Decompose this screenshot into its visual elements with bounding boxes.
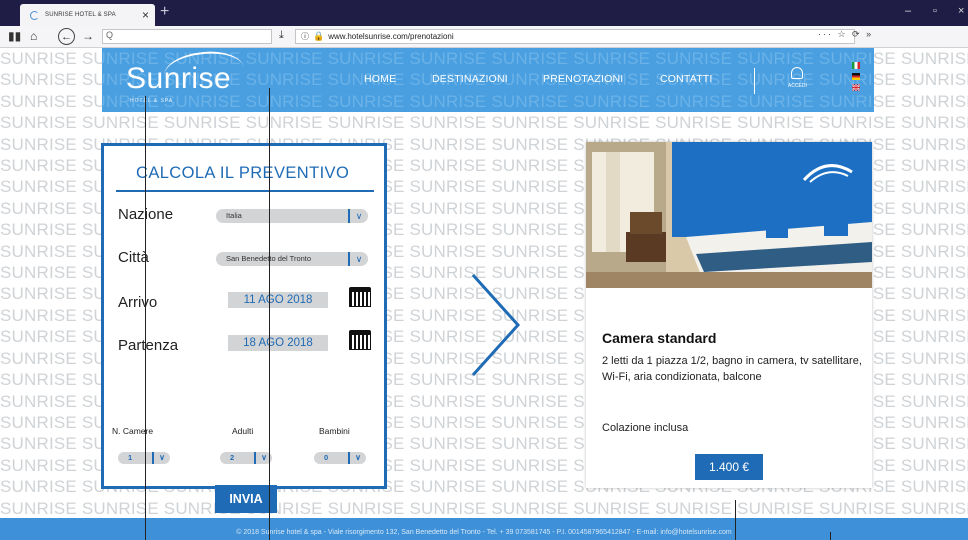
browser-tab[interactable]: SUNRISE HOTEL & SPA × bbox=[20, 4, 155, 26]
guide-line bbox=[269, 88, 270, 540]
site-header: SUNRISE SUNRISE SUNRISE SUNRISE SUNRISE … bbox=[102, 48, 874, 112]
room-title: Camera standard bbox=[602, 330, 717, 346]
browser-navbar: ▮▮ ⌂ ← → Q ⤓ ⓘ 🔒 www.hotelsunrise.com/pr… bbox=[0, 26, 968, 48]
site-logo[interactable]: Sunrise bbox=[126, 62, 231, 96]
minimize-icon[interactable]: – bbox=[905, 5, 911, 17]
chevron-down-icon: ∨ bbox=[152, 452, 170, 464]
uk-flag-icon[interactable] bbox=[852, 84, 860, 91]
toolbar-icons[interactable]: ··· ☆ ⟳ » bbox=[818, 29, 873, 40]
form-title-underline bbox=[116, 190, 374, 192]
arrival-date-field[interactable]: 11 AGO 2018 bbox=[228, 292, 328, 308]
chevron-down-icon: ∨ bbox=[348, 209, 368, 223]
forward-icon[interactable]: → bbox=[82, 29, 94, 43]
login-label: ACCEDI bbox=[788, 83, 807, 89]
address-bar[interactable]: ⓘ 🔒 www.hotelsunrise.com/prenotazioni bbox=[295, 29, 855, 44]
children-label: Bambini bbox=[319, 426, 350, 436]
nav-destinazioni[interactable]: DESTINAZIONI bbox=[432, 73, 508, 85]
calendar-icon[interactable] bbox=[349, 330, 371, 350]
form-title: CALCOLA IL PREVENTIVO bbox=[136, 164, 350, 182]
lock-icon: 🔒 bbox=[313, 31, 325, 41]
departure-date-field[interactable]: 18 AGO 2018 bbox=[228, 335, 328, 351]
close-tab-icon[interactable]: × bbox=[142, 8, 155, 22]
italian-flag-icon[interactable] bbox=[852, 62, 860, 69]
logo-subtitle: HOTEL & SPA bbox=[130, 98, 174, 104]
user-icon bbox=[791, 67, 804, 79]
chevron-down-icon: ∨ bbox=[348, 452, 366, 464]
city-select[interactable]: San Benedetto del Tronto ∨ bbox=[216, 252, 368, 266]
children-value: 0 bbox=[324, 453, 329, 462]
guide-line bbox=[830, 532, 831, 540]
adults-label: Adulti bbox=[232, 426, 254, 436]
price-button[interactable]: 1.400 € bbox=[695, 454, 763, 480]
close-window-icon[interactable]: × bbox=[958, 5, 964, 17]
login-button[interactable]: ACCEDI bbox=[788, 67, 807, 89]
browser-tabbar: SUNRISE HOTEL & SPA × + – ▫ × bbox=[0, 0, 968, 26]
room-extra: Colazione inclusa bbox=[602, 422, 689, 434]
calendar-icon[interactable] bbox=[349, 287, 371, 307]
room-card: Camera standard 2 letti da 1 piazza 1/2,… bbox=[586, 142, 872, 488]
footer-text: © 2018 Sunrise hotel & spa - Viale risor… bbox=[236, 529, 732, 536]
loading-icon bbox=[30, 10, 39, 20]
maximize-icon[interactable]: ▫ bbox=[933, 5, 937, 17]
library-icon[interactable]: ▮▮ bbox=[8, 29, 21, 43]
quote-form: CALCOLA IL PREVENTIVO Nazione Italia ∨ C… bbox=[101, 143, 387, 513]
adults-value: 2 bbox=[230, 453, 235, 462]
nation-value: Italia bbox=[226, 211, 242, 220]
adults-select[interactable]: 2 ∨ bbox=[220, 452, 272, 464]
room-description: 2 letti da 1 piazza 1/2, bagno in camera… bbox=[602, 355, 862, 383]
url-text: www.hotelsunrise.com/prenotazioni bbox=[328, 32, 454, 41]
rooms-value: 1 bbox=[128, 453, 133, 462]
children-select[interactable]: 0 ∨ bbox=[314, 452, 366, 464]
guide-line bbox=[735, 500, 736, 540]
submit-button[interactable]: INVIA bbox=[215, 485, 277, 513]
rooms-label: N. Camere bbox=[112, 426, 154, 436]
nation-select[interactable]: Italia ∨ bbox=[216, 209, 368, 223]
guide-line bbox=[145, 96, 146, 540]
chevron-right-icon bbox=[471, 273, 521, 377]
menu-divider bbox=[754, 68, 755, 94]
chevron-down-icon: ∨ bbox=[348, 252, 368, 266]
rooms-select[interactable]: 1 ∨ bbox=[118, 452, 170, 464]
departure-label: Partenza bbox=[118, 337, 179, 354]
tab-title: SUNRISE HOTEL & SPA bbox=[45, 12, 116, 18]
search-input[interactable]: Q bbox=[102, 29, 272, 44]
back-button[interactable]: ← bbox=[58, 28, 75, 45]
new-tab-button[interactable]: + bbox=[160, 3, 169, 21]
nav-contatti[interactable]: CONTATTI bbox=[660, 73, 713, 85]
nav-home[interactable]: HOME bbox=[364, 73, 396, 85]
german-flag-icon[interactable] bbox=[852, 73, 860, 80]
arrival-label: Arrivo bbox=[118, 294, 158, 311]
room-photo bbox=[586, 142, 872, 288]
info-icon[interactable]: ⓘ bbox=[301, 31, 309, 42]
home-icon[interactable]: ⌂ bbox=[30, 29, 37, 43]
nav-prenotazioni[interactable]: PRENOTAZIONI bbox=[543, 73, 623, 85]
download-icon[interactable]: ⤓ bbox=[279, 29, 284, 42]
